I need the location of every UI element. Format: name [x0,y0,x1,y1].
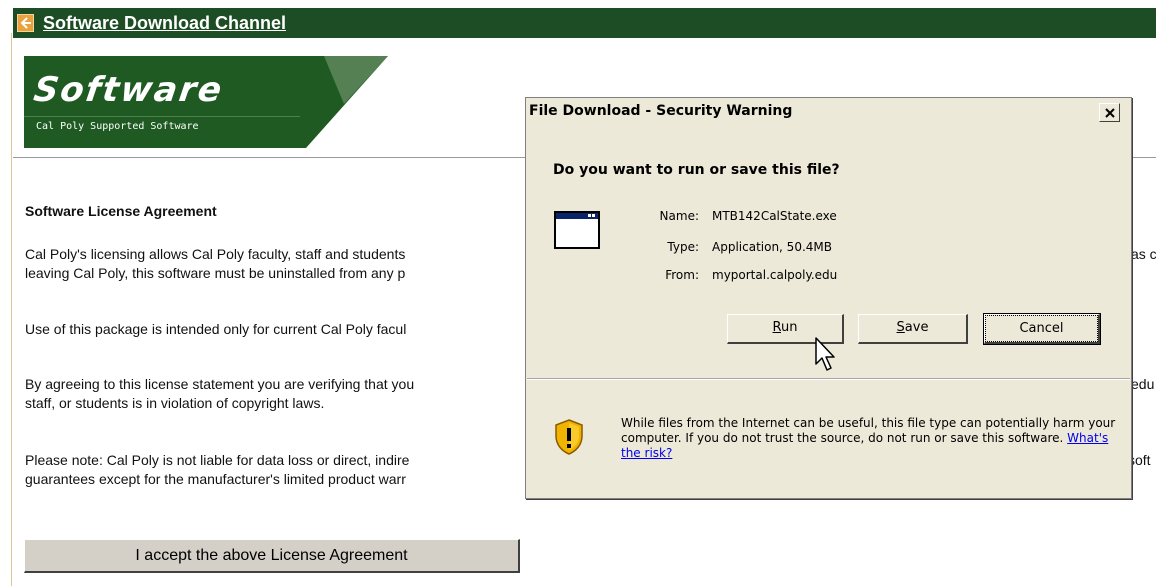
banner-subtitle: Cal Poly Supported Software [36,121,199,132]
from-label: From: [665,268,699,282]
license-paragraph-3-tail: edu [1131,376,1155,392]
license-paragraph-1-tail: as c [1131,246,1156,262]
warning-shield-icon [555,419,583,455]
file-download-dialog: File Download - Security Warning Do you … [525,97,1132,499]
back-arrow-icon[interactable] [17,14,34,32]
license-paragraph-1-line-1: Cal Poly's licensing allows Cal Poly fac… [25,246,406,262]
name-label: Name: [659,209,699,223]
license-paragraph-1-line-2: leaving Cal Poly, this software must be … [25,265,406,281]
security-warning-text: While files from the Internet can be use… [621,416,1116,460]
banner-title: Software [31,70,226,110]
file-name-value: MTB142CalState.exe [712,209,837,223]
application-window-icon [554,211,600,249]
license-paragraph-3-line-2: staff, or students is in violation of co… [25,395,325,411]
channel-title-link[interactable]: Software Download Channel [43,13,286,34]
dialog-title: File Download - Security Warning [529,103,793,119]
software-banner-logo: Software Cal Poly Supported Software [24,56,388,148]
page-left-border [11,33,12,586]
license-paragraph-3-line-1: By agreeing to this license statement yo… [25,376,415,392]
close-icon [1104,107,1115,118]
license-paragraph-4-line-2: guarantees except for the manufacturer's… [25,471,406,487]
channel-header-bar: Software Download Channel [13,8,1156,38]
license-paragraph-2: Use of this package is intended only for… [25,321,407,337]
dialog-question: Do you want to run or save this file? [553,162,840,178]
file-source-value: myportal.calpoly.edu [712,268,838,282]
type-label: Type: [667,240,699,254]
dialog-titlebar[interactable]: File Download - Security Warning [526,98,1131,124]
accept-license-button[interactable]: I accept the above License Agreement [24,539,520,573]
license-paragraph-4-line-1: Please note: Cal Poly is not liable for … [25,452,410,468]
close-button[interactable] [1099,103,1120,122]
save-button[interactable]: Save [858,314,968,344]
license-heading: Software License Agreement [25,203,217,219]
mouse-pointer-icon [815,337,835,371]
cancel-button[interactable]: Cancel [983,313,1101,345]
file-type-value: Application, 50.4MB [712,240,832,254]
